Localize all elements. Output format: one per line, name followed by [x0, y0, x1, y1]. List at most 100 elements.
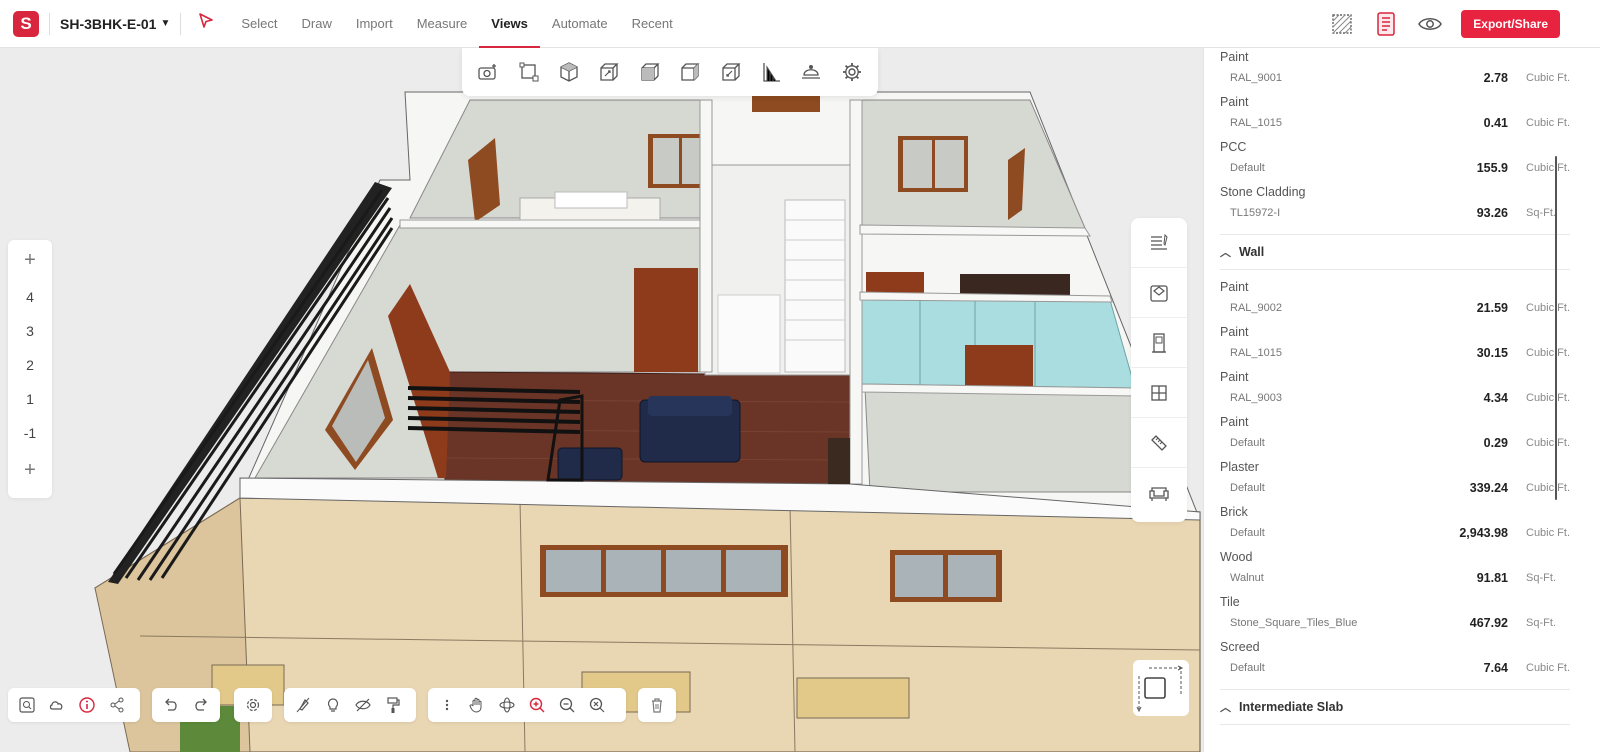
zoom-in-icon[interactable] [524, 692, 550, 718]
zoom-extent-icon[interactable] [14, 692, 40, 718]
eye-icon[interactable] [1417, 11, 1443, 37]
pan-hand-icon[interactable] [464, 692, 490, 718]
tab-views[interactable]: Views [479, 0, 540, 48]
light-bulb-icon[interactable] [320, 692, 346, 718]
level-item[interactable]: 3 [8, 314, 52, 348]
paint-roller-icon[interactable] [380, 692, 406, 718]
group-header-wall[interactable]: ︿ Wall [1220, 234, 1570, 270]
material-type: RAL_1015 [1230, 347, 1282, 359]
measure-tape-icon[interactable] [1131, 418, 1187, 468]
level-item[interactable]: 4 [8, 280, 52, 314]
cloud-markup-icon[interactable] [44, 692, 70, 718]
group-header-intermediate-slab[interactable]: ︿ Intermediate Slab [1220, 689, 1570, 725]
tab-import[interactable]: Import [344, 0, 405, 48]
level-item[interactable]: 1 [8, 382, 52, 416]
material-unit: Cubic Ft. [1526, 162, 1571, 174]
quantities-panel: Paint RAL_9001 2.78 Cubic Ft. Paint RAL_… [1203, 48, 1600, 752]
material-quantity: 93.26 [1476, 206, 1508, 220]
material-row[interactable]: Stone Cladding TL15972-I 93.26 Sq-Ft. [1220, 183, 1570, 228]
level-item[interactable]: 2 [8, 348, 52, 382]
material-name: Paint [1220, 325, 1249, 339]
cube-top-view-icon[interactable] [556, 59, 582, 85]
window-icon[interactable] [1131, 368, 1187, 418]
material-name: Paint [1220, 415, 1249, 429]
furniture-sofa-icon[interactable] [1131, 468, 1187, 518]
bottom-toolbar-history [152, 688, 220, 722]
material-unit: Cubic Ft. [1526, 437, 1571, 449]
material-row[interactable]: Tile Stone_Square_Tiles_Blue 467.92 Sq-F… [1220, 593, 1570, 638]
material-quantity: 21.59 [1476, 301, 1508, 315]
cube-left-view-icon[interactable] [637, 59, 663, 85]
minimap-toggle[interactable] [1133, 660, 1189, 716]
chevron-up-icon: ︿ [1220, 247, 1231, 259]
material-type: Default [1230, 527, 1265, 539]
divider [49, 12, 50, 35]
share-icon[interactable] [104, 692, 130, 718]
cube-right-view-icon[interactable] [677, 59, 703, 85]
panel-scrollbar[interactable] [1555, 156, 1557, 500]
material-type: Walnut [1230, 572, 1264, 584]
header-actions: Export/Share [1329, 9, 1560, 38]
orbit-icon[interactable] [494, 692, 520, 718]
trash-icon[interactable] [644, 692, 670, 718]
tab-select[interactable]: Select [229, 0, 289, 48]
material-unit: Cubic Ft. [1526, 392, 1571, 404]
cube-back-view-icon[interactable] [718, 59, 744, 85]
visibility-off-icon[interactable] [350, 692, 376, 718]
more-vertical-icon[interactable] [434, 692, 460, 718]
material-row[interactable]: Wood Walnut 91.81 Sq-Ft. [1220, 548, 1570, 593]
material-name: Paint [1220, 280, 1249, 294]
material-row[interactable]: Paint RAL_1015 0.41 Cubic Ft. [1220, 93, 1570, 138]
gear-icon[interactable] [839, 59, 865, 85]
material-row[interactable]: Paint Default 0.29 Cubic Ft. [1220, 413, 1570, 458]
app-logo[interactable]: S [13, 10, 39, 37]
bill-of-quantities-icon[interactable] [1373, 11, 1399, 37]
tab-measure[interactable]: Measure [405, 0, 480, 48]
sun-shadow-icon[interactable] [798, 59, 824, 85]
divider [180, 12, 182, 35]
material-unit: Cubic Ft. [1526, 302, 1571, 314]
info-icon[interactable] [74, 692, 100, 718]
material-type: RAL_9001 [1230, 72, 1282, 84]
material-name: PCC [1220, 140, 1247, 154]
tab-draw[interactable]: Draw [290, 0, 344, 48]
redo-icon[interactable] [188, 692, 214, 718]
material-type: Stone_Square_Tiles_Blue [1230, 617, 1358, 629]
gear-icon[interactable] [240, 692, 266, 718]
tab-recent[interactable]: Recent [620, 0, 685, 48]
material-quantity: 4.34 [1483, 391, 1508, 405]
material-row[interactable]: Screed Default 7.64 Cubic Ft. [1220, 638, 1570, 683]
add-level-bottom-button[interactable]: + [8, 450, 52, 490]
material-quantity: 467.92 [1469, 616, 1508, 630]
door-icon[interactable] [1131, 318, 1187, 368]
3d-viewport[interactable] [0, 48, 1203, 752]
text-edit-icon[interactable] [1131, 218, 1187, 268]
material-row[interactable]: Paint RAL_9002 21.59 Cubic Ft. [1220, 278, 1570, 323]
tab-automate[interactable]: Automate [540, 0, 620, 48]
export-share-button[interactable]: Export/Share [1461, 9, 1560, 38]
elevation-view-icon[interactable] [758, 59, 784, 85]
material-row[interactable]: Paint RAL_9003 4.34 Cubic Ft. [1220, 368, 1570, 413]
light-off-icon[interactable] [290, 692, 316, 718]
zoom-out-icon[interactable] [554, 692, 580, 718]
material-unit: Cubic Ft. [1526, 117, 1571, 129]
cube-front-view-icon[interactable] [596, 59, 622, 85]
project-selector[interactable]: SH-3BHK-E-01 ▼ [60, 16, 170, 32]
section-box-icon[interactable] [516, 59, 542, 85]
group-label: Wall [1239, 245, 1265, 259]
material-row[interactable]: PCC Default 155.9 Cubic Ft. [1220, 138, 1570, 183]
zoom-fit-icon[interactable] [584, 692, 610, 718]
paint-bucket-icon[interactable] [1131, 268, 1187, 318]
cursor-arrow-icon[interactable] [197, 12, 215, 35]
material-unit: Sq-Ft. [1526, 207, 1556, 219]
material-unit: Sq-Ft. [1526, 617, 1556, 629]
material-row[interactable]: Paint RAL_9001 2.78 Cubic Ft. [1220, 48, 1570, 93]
material-row[interactable]: Paint RAL_1015 30.15 Cubic Ft. [1220, 323, 1570, 368]
material-row[interactable]: Plaster Default 339.24 Cubic Ft. [1220, 458, 1570, 503]
add-level-top-button[interactable]: + [8, 240, 52, 280]
hatch-pattern-icon[interactable] [1329, 11, 1355, 37]
camera-add-icon[interactable] [475, 59, 501, 85]
undo-icon[interactable] [158, 692, 184, 718]
material-row[interactable]: Brick Default 2,943.98 Cubic Ft. [1220, 503, 1570, 548]
level-item[interactable]: -1 [8, 416, 52, 450]
